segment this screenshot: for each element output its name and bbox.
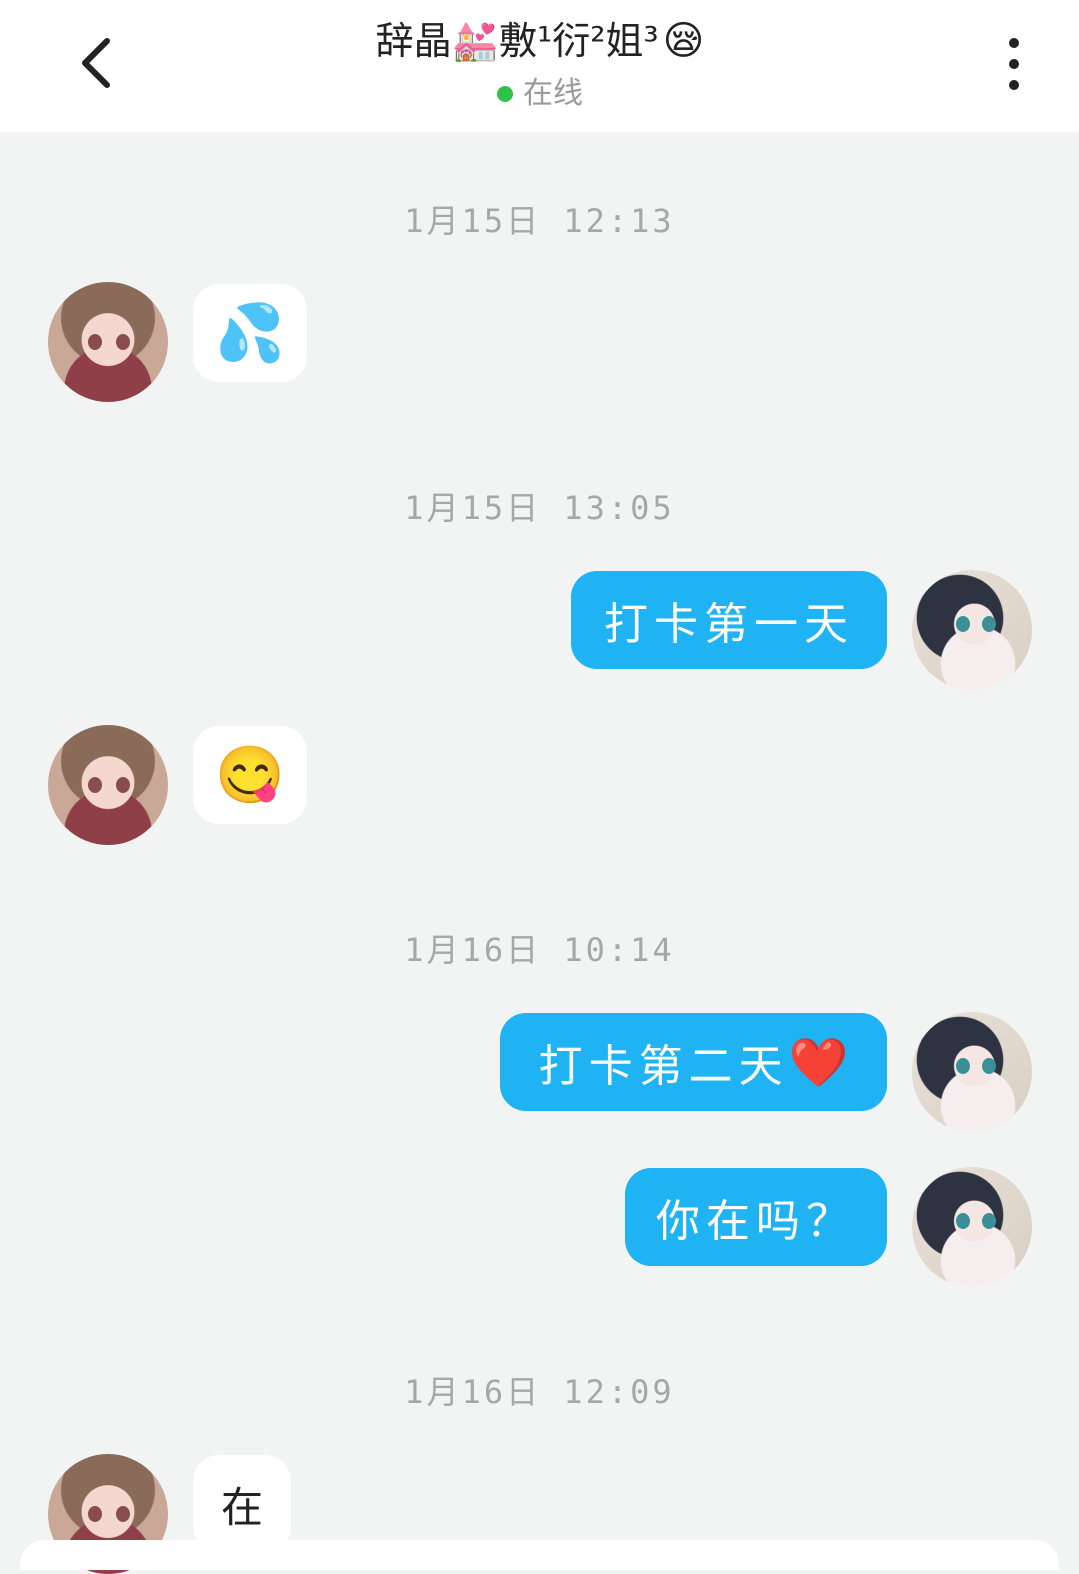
contact-avatar[interactable] bbox=[48, 725, 168, 845]
online-status: 在线 bbox=[497, 74, 583, 114]
contact-name[interactable]: 辞晶💒敷¹衍²姐³ 😪 bbox=[376, 10, 705, 72]
input-bar-edge bbox=[20, 1540, 1059, 1570]
message-bubble-received[interactable]: 😋 bbox=[193, 726, 307, 824]
chat-header: 辞晶💒敷¹衍²姐³ 😪 在线 bbox=[0, 0, 1079, 132]
timestamp: 1月16日 10:14 bbox=[404, 931, 675, 969]
message-text: 打卡第二天 bbox=[538, 1041, 789, 1092]
yum-face-icon: 😋 bbox=[215, 743, 285, 808]
online-dot-icon bbox=[497, 86, 513, 102]
message-bubble-received[interactable]: 在 bbox=[193, 1455, 291, 1553]
message-text: 打卡第一天 bbox=[604, 599, 854, 650]
message-bubble-received[interactable]: 💦 bbox=[193, 284, 307, 382]
message-bubble-sent[interactable]: 打卡第二天 ❤️ bbox=[500, 1013, 887, 1111]
online-status-text: 在线 bbox=[523, 76, 583, 111]
self-avatar[interactable] bbox=[912, 1167, 1032, 1287]
message-text: 你在吗？ bbox=[656, 1196, 856, 1247]
message-bubble-sent[interactable]: 打卡第一天 bbox=[571, 571, 887, 669]
chevron-left-icon bbox=[82, 38, 110, 88]
timestamp: 1月15日 13:05 bbox=[404, 489, 675, 527]
timestamp: 1月16日 12:09 bbox=[404, 1373, 675, 1411]
sleepy-face-icon: 😪 bbox=[662, 18, 705, 64]
self-avatar[interactable] bbox=[912, 570, 1032, 690]
chat-title-area: 辞晶💒敷¹衍²姐³ 😪 在线 bbox=[240, 10, 840, 114]
message-bubble-sent[interactable]: 你在吗？ bbox=[625, 1168, 887, 1266]
red-heart-icon: ❤️ bbox=[788, 1034, 849, 1091]
self-avatar[interactable] bbox=[912, 1012, 1032, 1132]
contact-avatar[interactable] bbox=[48, 282, 168, 402]
timestamp: 1月15日 12:13 bbox=[404, 202, 675, 240]
more-options-button[interactable] bbox=[990, 32, 1038, 96]
contact-name-text: 辞晶💒敷¹衍²姐³ bbox=[375, 19, 659, 63]
sweat-droplets-icon: 💦 bbox=[215, 301, 285, 366]
more-vertical-icon bbox=[1009, 38, 1019, 48]
message-text: 在 bbox=[220, 1482, 263, 1532]
back-button[interactable] bbox=[62, 28, 132, 98]
